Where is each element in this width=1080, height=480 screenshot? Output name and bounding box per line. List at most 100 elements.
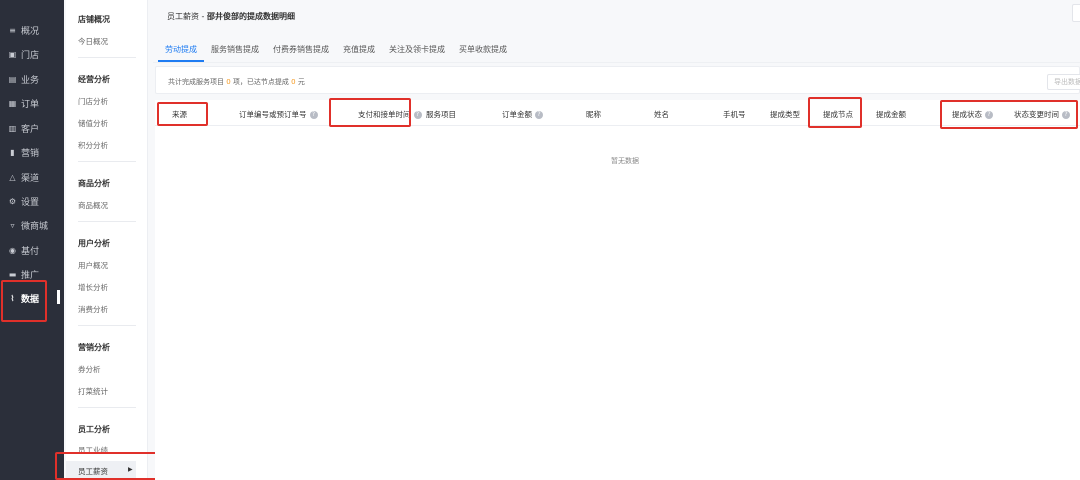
column-header-commission-amount: 提成金额	[876, 109, 906, 120]
tab-labor-commission[interactable]: 劳动提成	[158, 38, 204, 62]
nav-item-label: 营销	[21, 148, 40, 159]
highlight-box-data	[1, 280, 47, 322]
customer-icon: ▥	[8, 123, 17, 133]
submenu-item[interactable]: 增长分析	[78, 282, 108, 293]
nav-item-label: 订单	[21, 99, 40, 110]
page-title-main: 邵井俊部的提成数据明细	[206, 12, 295, 21]
highlight-box-node	[808, 97, 862, 128]
divider	[78, 325, 136, 326]
submenu-item[interactable]: 消费分析	[78, 304, 108, 315]
column-label: 手机号	[723, 110, 746, 119]
top-right-button[interactable]	[1072, 4, 1080, 22]
submenu-title: 店铺概况	[78, 15, 110, 24]
submenu-item[interactable]: 储值分析	[78, 118, 108, 129]
submenu-title: 营销分析	[78, 343, 110, 352]
nav-item-label: 基付	[21, 246, 40, 257]
store-icon: ▣	[8, 49, 17, 59]
highlight-box-pay-time	[329, 98, 411, 127]
jifu-icon: ◉	[9, 245, 16, 255]
column-label: 提成金额	[876, 110, 906, 119]
column-header-phone: 手机号	[723, 109, 746, 120]
nav-item-marketing[interactable]: ▮ 营销	[0, 141, 64, 163]
page-title: 员工薪资 - 邵井俊部的提成数据明细	[167, 11, 295, 22]
tab-bar: 劳动提成 服务销售提成 付费券销售提成 充值提成 关注及领卡提成 买单收款提成	[158, 38, 514, 64]
submenu-item[interactable]: 商品概况	[78, 200, 108, 211]
tab-follow-card-commission[interactable]: 关注及领卡提成	[382, 38, 452, 62]
highlight-box-status	[940, 100, 1078, 129]
column-header-name: 姓名	[654, 109, 669, 120]
nav-item-business[interactable]: ▤ 业务	[0, 68, 64, 90]
column-header-commission-type: 提成类型	[770, 109, 800, 120]
column-label: 姓名	[654, 110, 669, 119]
secondary-menu: 店铺概况 今日概况 经营分析 门店分析 储值分析 积分分析 商品分析 商品概况 …	[66, 0, 148, 480]
divider	[78, 57, 136, 58]
summary-text: 共计完成服务项目 0 项，已达节点提成 0 元	[168, 77, 305, 87]
nav-item-label: 业务	[21, 75, 40, 86]
primary-nav: ≡ 概况 ▣ 门店 ▤ 业务 ▦ 订单 ▥ 客户 ▮ 营销 △ 渠道 ⚙ 设置 ▿ 微商城 ◉ 基付…	[0, 0, 64, 480]
nav-item-label: 概况	[21, 26, 40, 37]
tab-checkout-commission[interactable]: 买单收款提成	[452, 38, 514, 62]
nav-item-label: 渠道	[21, 173, 40, 184]
tab-recharge-commission[interactable]: 充值提成	[336, 38, 382, 62]
column-label: 订单编号或预订单号	[239, 110, 307, 119]
submenu-item[interactable]: 打菜统计	[78, 386, 108, 397]
micro-mall-icon: ▿	[10, 220, 15, 230]
nav-item-customers[interactable]: ▥ 客户	[0, 117, 64, 139]
marketing-icon: ▮	[10, 147, 15, 157]
nav-item-label: 设置	[21, 197, 40, 208]
column-label: 服务项目	[426, 110, 456, 119]
nav-item-label: 推广	[21, 270, 40, 281]
column-header-order-amount: 订单金额?	[502, 109, 543, 120]
promote-icon: ▬	[8, 269, 17, 279]
help-icon[interactable]: ?	[309, 110, 318, 119]
settings-icon: ⚙	[8, 196, 17, 206]
page-title-prefix: 员工薪资 -	[167, 12, 207, 21]
submenu-item[interactable]: 用户概况	[78, 260, 108, 271]
nav-item-label: 客户	[21, 124, 40, 135]
summary-prefix: 共计完成服务项目	[168, 78, 227, 86]
summary-bar: 共计完成服务项目 0 项，已达节点提成 0 元 导出数据	[155, 66, 1080, 94]
tab-paid-coupon-commission[interactable]: 付费券销售提成	[266, 38, 336, 62]
highlight-box-salary	[55, 452, 159, 480]
help-icon[interactable]: ?	[535, 110, 543, 119]
app-window: ≡ 概况 ▣ 门店 ▤ 业务 ▦ 订单 ▥ 客户 ▮ 营销 △ 渠道 ⚙ 设置 ▿ 微商城 ◉ 基付…	[0, 0, 1080, 480]
highlight-box-source	[157, 102, 208, 126]
nav-item-store[interactable]: ▣ 门店	[0, 43, 64, 65]
commission-table: 来源 订单编号或预订单号? 支付和接单时间? 服务项目 订单金额? 昵称 姓名 …	[155, 100, 1080, 480]
divider	[78, 407, 136, 408]
submenu-title: 经营分析	[78, 75, 110, 84]
nav-item-channels[interactable]: △ 渠道	[0, 166, 64, 188]
empty-state-text: 暂无数据	[611, 157, 639, 165]
divider	[78, 221, 136, 222]
channel-icon: △	[9, 172, 16, 182]
nav-item-micro-mall[interactable]: ▿ 微商城	[0, 214, 64, 236]
nav-item-orders[interactable]: ▦ 订单	[0, 92, 64, 114]
nav-item-settings[interactable]: ⚙ 设置	[0, 190, 64, 212]
column-header-nickname: 昵称	[586, 109, 601, 120]
submenu-item[interactable]: 今日概况	[78, 36, 108, 47]
summary-suffix: 元	[295, 78, 305, 86]
nav-item-label: 门店	[21, 50, 40, 61]
divider	[78, 161, 136, 162]
submenu-title: 商品分析	[78, 179, 110, 188]
column-label: 订单金额	[502, 110, 532, 119]
summary-middle: 项，已达节点提成	[230, 78, 292, 86]
tab-service-sales-commission[interactable]: 服务销售提成	[204, 38, 266, 62]
column-label: 提成类型	[770, 110, 800, 119]
submenu-item[interactable]: 积分分析	[78, 140, 108, 151]
help-icon[interactable]: ?	[413, 110, 422, 119]
column-header-service-item: 服务项目	[426, 109, 456, 120]
export-button[interactable]: 导出数据	[1047, 74, 1080, 90]
column-header-order-number: 订单编号或预订单号?	[239, 109, 318, 120]
submenu-title: 用户分析	[78, 239, 110, 248]
nav-item-label: 微商城	[21, 221, 49, 232]
order-icon: ▦	[8, 98, 17, 108]
submenu-item[interactable]: 券分析	[78, 364, 101, 375]
submenu-item[interactable]: 门店分析	[78, 96, 108, 107]
column-label: 昵称	[586, 110, 601, 119]
submenu-title: 员工分析	[78, 425, 110, 434]
active-indicator	[57, 290, 60, 304]
nav-item-jifu[interactable]: ◉ 基付	[0, 239, 64, 261]
nav-item-overview[interactable]: ≡ 概况	[0, 19, 64, 41]
briefcase-icon: ▤	[8, 74, 17, 84]
